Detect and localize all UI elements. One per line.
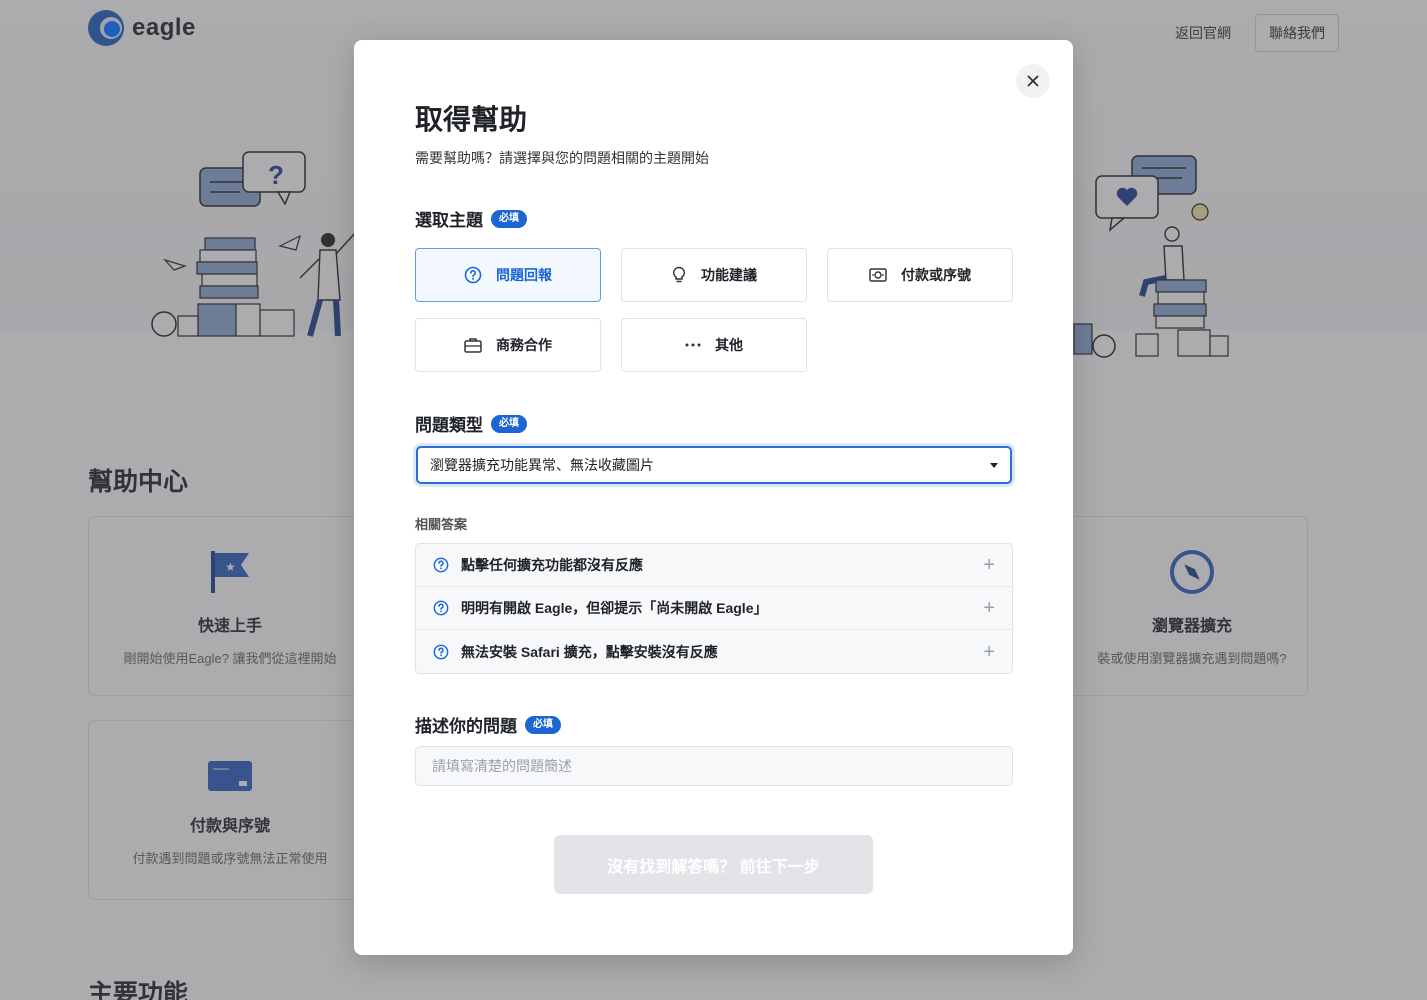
expand-plus-icon[interactable]: + — [983, 598, 995, 618]
topic-option-label: 問題回報 — [496, 267, 552, 283]
topic-label: 選取主題 必填 — [415, 206, 527, 231]
related-answer-text: 點擊任何擴充功能都沒有反應 — [461, 557, 643, 573]
description-label: 描述你的問題 必填 — [415, 712, 561, 737]
topic-label-text: 選取主題 — [415, 211, 483, 230]
topic-option-label: 商務合作 — [496, 337, 552, 353]
description-input[interactable] — [415, 746, 1013, 786]
expand-plus-icon[interactable]: + — [983, 555, 995, 575]
related-answers-label: 相關答案 — [415, 517, 468, 532]
issue-type-select[interactable]: 瀏覽器擴充功能異常、無法收藏圖片 — [416, 446, 1012, 484]
briefcase-icon — [464, 338, 482, 353]
question-circle-icon — [433, 644, 449, 659]
question-circle-icon — [433, 600, 449, 616]
required-badge: 必填 — [491, 414, 527, 433]
close-button[interactable] — [1016, 64, 1050, 98]
question-circle-icon — [464, 266, 482, 284]
description-label-text: 描述你的問題 — [415, 717, 517, 736]
topic-business[interactable]: 商務合作 — [415, 318, 601, 372]
dropdown-caret-icon — [990, 462, 998, 468]
close-icon — [1027, 75, 1039, 87]
related-answers-list: 點擊任何擴充功能都沒有反應 + 明明有開啟 Eagle，但卻提示「尚未開啟 Ea… — [415, 543, 1013, 674]
money-icon — [869, 268, 887, 282]
topic-option-label: 功能建議 — [701, 267, 757, 283]
topic-option-label: 付款或序號 — [901, 267, 971, 283]
required-badge: 必填 — [491, 209, 527, 228]
required-badge: 必填 — [525, 715, 561, 734]
issue-type-selected-value: 瀏覽器擴充功能異常、無法收藏圖片 — [430, 457, 654, 473]
related-answer-text: 明明有開啟 Eagle，但卻提示「尚未開啟 Eagle」 — [461, 600, 768, 616]
expand-plus-icon[interactable]: + — [983, 642, 995, 662]
related-answer-item[interactable]: 無法安裝 Safari 擴充，點擊安裝沒有反應 + — [416, 630, 1012, 673]
related-answer-item[interactable]: 點擊任何擴充功能都沒有反應 + — [416, 544, 1012, 587]
topic-option-label: 其他 — [715, 337, 743, 353]
topic-feature-request[interactable]: 功能建議 — [621, 248, 807, 302]
lightbulb-icon — [672, 266, 686, 283]
modal-title: 取得幫助 — [415, 104, 528, 135]
modal-subtitle: 需要幫助嗎？請選擇與您的問題相關的主題開始 — [415, 150, 709, 166]
question-circle-icon — [433, 557, 449, 573]
related-answer-text: 無法安裝 Safari 擴充，點擊安裝沒有反應 — [461, 643, 718, 660]
issue-type-label-text: 問題類型 — [415, 416, 483, 435]
topic-payment[interactable]: 付款或序號 — [827, 248, 1013, 302]
next-step-button[interactable]: 沒有找到解答嗎？ 前往下一步 — [554, 835, 873, 894]
issue-type-label: 問題類型 必填 — [415, 411, 527, 436]
get-help-modal: 取得幫助 需要幫助嗎？請選擇與您的問題相關的主題開始 選取主題 必填 問題回報 … — [354, 40, 1073, 955]
topic-other[interactable]: 其他 — [621, 318, 807, 372]
related-answer-item[interactable]: 明明有開啟 Eagle，但卻提示「尚未開啟 Eagle」 + — [416, 587, 1012, 630]
topic-bug-report[interactable]: 問題回報 — [415, 248, 601, 302]
more-icon — [685, 343, 701, 347]
